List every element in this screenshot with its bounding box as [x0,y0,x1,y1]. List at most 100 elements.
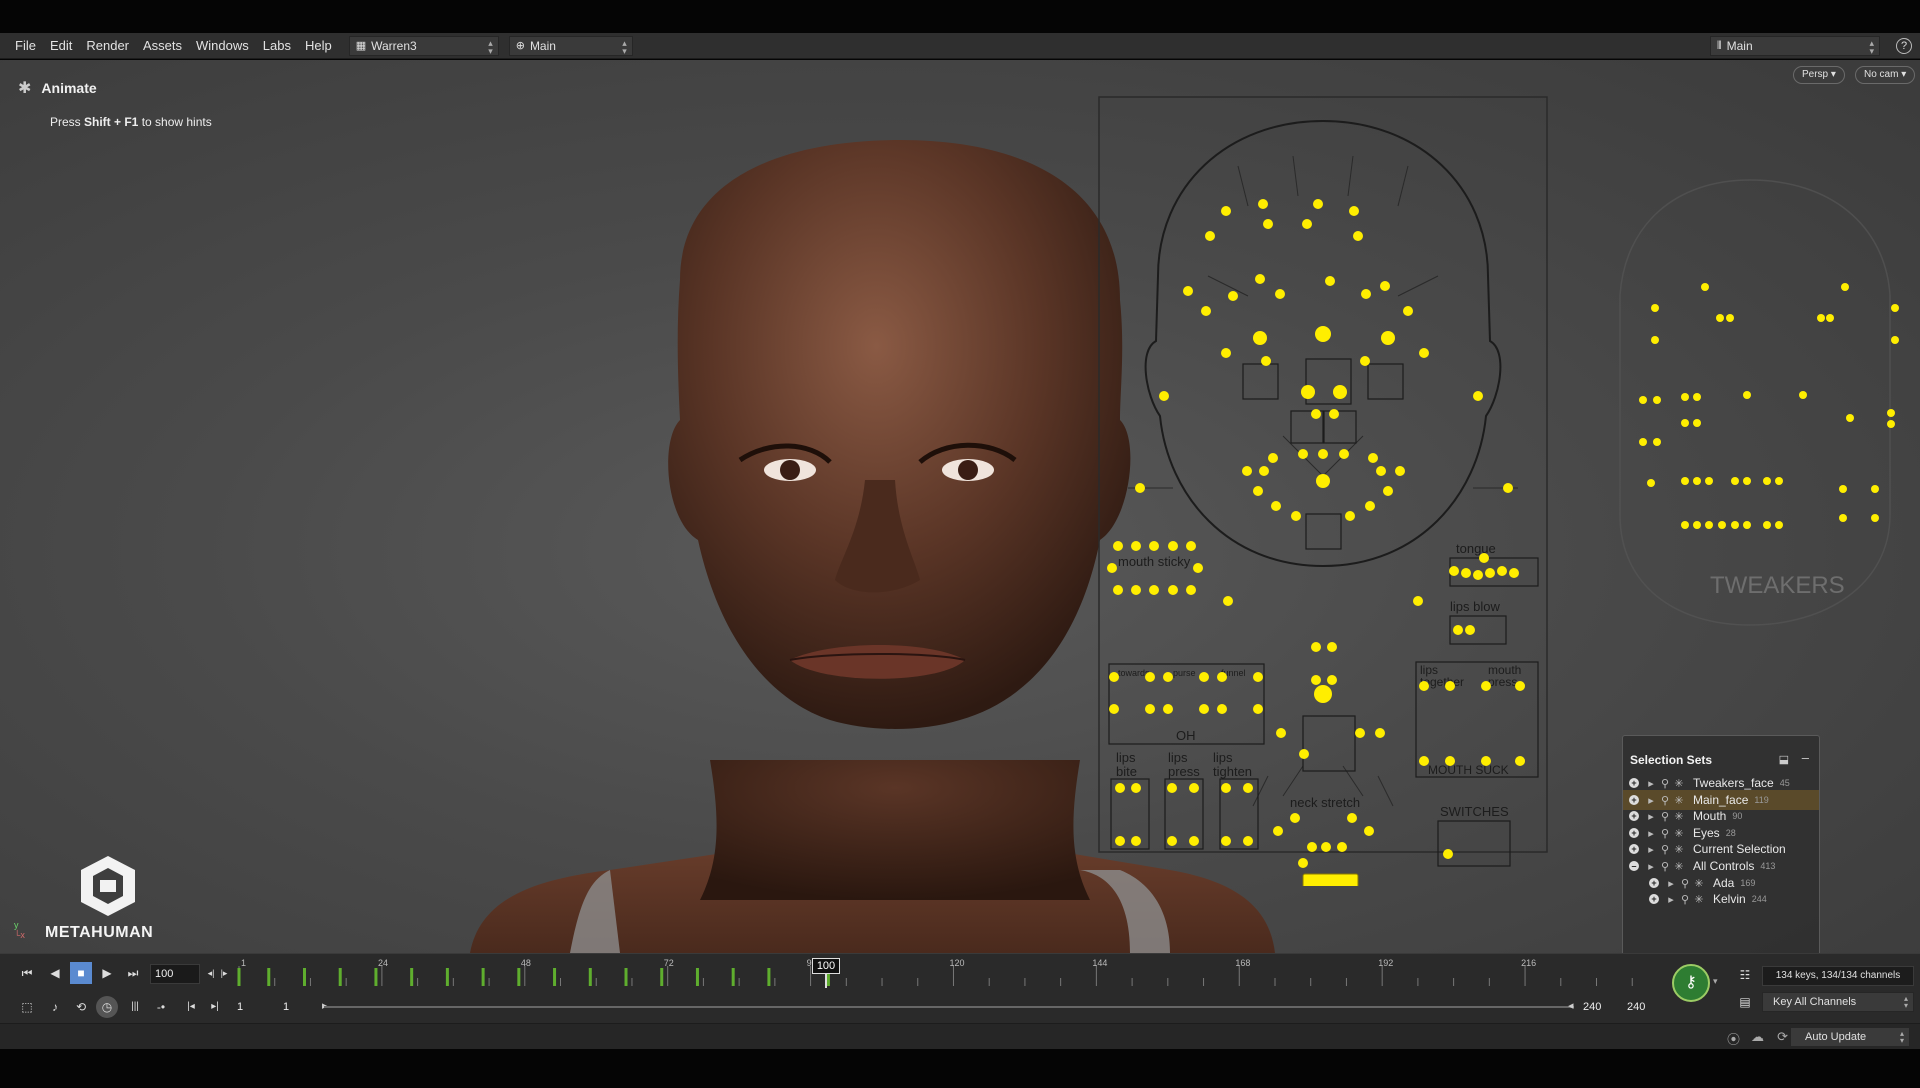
expand-icon[interactable]: + [1629,778,1639,788]
rig-control-dot[interactable] [1261,356,1271,366]
tweaker-control-dot[interactable] [1763,521,1771,529]
rig-control-dot[interactable] [1221,348,1231,358]
rig-control-dot[interactable] [1413,596,1423,606]
rig-control-dot[interactable] [1318,449,1328,459]
select-tool-icon[interactable]: ⬚ [16,996,38,1018]
keyframe-marker[interactable] [267,968,271,986]
rig-control-dot[interactable] [1109,704,1119,714]
rig-control-dot[interactable] [1163,704,1173,714]
rig-control-dot[interactable] [1515,681,1525,691]
tweaker-control-dot[interactable] [1653,438,1661,446]
rig-control-dot[interactable] [1327,675,1337,685]
keyframe-marker[interactable] [624,968,628,986]
rig-control-dot[interactable] [1145,704,1155,714]
expand-icon[interactable]: – [1629,861,1639,871]
rig-control-dot[interactable] [1299,749,1309,759]
tweaker-control-dot[interactable] [1681,419,1689,427]
select-star-icon[interactable]: ✳ [1673,810,1685,823]
tweaker-control-dot[interactable] [1681,393,1689,401]
rig-control-dot[interactable] [1321,842,1331,852]
rig-control-dot[interactable] [1273,826,1283,836]
rig-control-dot[interactable] [1186,585,1196,595]
rig-control-dot[interactable] [1325,276,1335,286]
key-options-chevron-icon[interactable]: ▾ [1713,976,1718,987]
tweaker-control-dot[interactable] [1705,521,1713,529]
rig-control-dot[interactable] [1497,566,1507,576]
rig-control-dot[interactable] [1228,291,1238,301]
rig-control-dot[interactable] [1314,685,1332,703]
visibility-icon[interactable]: ▸ [1645,794,1657,807]
visibility-icon[interactable]: ▸ [1645,777,1657,790]
selection-set-row[interactable]: + ▸ ⚲ ✳ Kelvin 244 [1623,889,1819,909]
rig-control-dot[interactable] [1515,756,1525,766]
rig-control-dot[interactable] [1298,449,1308,459]
menu-file[interactable]: File [8,33,43,59]
tweaker-control-dot[interactable] [1775,477,1783,485]
tweaker-control-dot[interactable] [1871,514,1879,522]
tweaker-control-dot[interactable] [1839,485,1847,493]
jump-start-button[interactable]: ⏮ [16,962,38,984]
rig-control-dot[interactable] [1107,563,1117,573]
tweaker-controls[interactable] [1639,283,1899,529]
rig-control-dot[interactable] [1449,566,1459,576]
tweaker-control-dot[interactable] [1705,477,1713,485]
tweaker-control-dot[interactable] [1718,521,1726,529]
rig-control-dot[interactable] [1473,570,1483,580]
rig-control-dot[interactable] [1168,541,1178,551]
keyframe-marker[interactable] [302,968,306,986]
rig-control-dot[interactable] [1131,783,1141,793]
keyframe-marker[interactable] [481,968,485,986]
rig-control-dot[interactable] [1168,585,1178,595]
rig-control-dot[interactable] [1115,836,1125,846]
visibility-icon[interactable]: ▸ [1665,893,1677,906]
menu-help[interactable]: Help [298,33,339,59]
rig-control-dot[interactable] [1481,756,1491,766]
rig-control-dot[interactable] [1298,858,1308,868]
rig-control-dot[interactable] [1145,672,1155,682]
rig-control-dot[interactable] [1253,486,1263,496]
tweaker-control-dot[interactable] [1726,314,1734,322]
viewport[interactable]: ✱ Animate Press Shift + F1 to show hints… [0,60,1920,953]
rig-control-dot[interactable] [1311,642,1321,652]
auto-update-select[interactable]: Auto Update ▴ ▾ [1790,1027,1910,1047]
tweaker-control-dot[interactable] [1647,479,1655,487]
rig-control-dot[interactable] [1131,836,1141,846]
range-start-field[interactable]: 1 [232,997,276,1017]
expand-icon[interactable]: + [1629,828,1639,838]
tweaker-control-dot[interactable] [1891,336,1899,344]
tweaker-control-dot[interactable] [1817,314,1825,322]
expand-icon[interactable]: + [1649,878,1659,888]
rig-control-dot[interactable] [1255,274,1265,284]
next-key-icon[interactable]: ▸| [204,996,226,1018]
rig-control-dot[interactable] [1307,842,1317,852]
rig-control-dot[interactable] [1461,568,1471,578]
visibility-icon[interactable]: ▸ [1645,827,1657,840]
rig-control-dot[interactable] [1445,681,1455,691]
rig-control-dot[interactable] [1316,474,1330,488]
rig-control-dot[interactable] [1481,681,1491,691]
rig-control-dot[interactable] [1268,453,1278,463]
rig-control-dot[interactable] [1253,704,1263,714]
rig-control-dot[interactable] [1419,348,1429,358]
keyframe-marker[interactable] [553,968,557,986]
rig-control-dot[interactable] [1403,306,1413,316]
tweaker-control-dot[interactable] [1891,304,1899,312]
select-star-icon[interactable]: ✳ [1673,860,1685,873]
help-button[interactable]: ? [1896,38,1912,54]
refresh-icon[interactable]: ⟳ [1777,1029,1788,1045]
rig-control-dot[interactable] [1131,585,1141,595]
rig-control-dot[interactable] [1333,385,1347,399]
timeline-ruler[interactable]: 1244872961201441681922162 [236,958,1662,988]
rig-control-dot[interactable] [1453,625,1463,635]
select-star-icon[interactable]: ✳ [1673,777,1685,790]
rig-control-dot[interactable] [1189,836,1199,846]
realtime-clock-icon[interactable]: ◷ [96,996,118,1018]
rig-control-dot[interactable] [1186,541,1196,551]
keyframe-marker[interactable] [517,968,521,986]
rig-control-dot[interactable] [1242,466,1252,476]
stop-button[interactable]: ■ [70,962,92,984]
face-rig-board[interactable]: mouth sticky tongue lips blow towards pu… [1098,96,1548,886]
rig-control-dot[interactable] [1113,541,1123,551]
rig-control-dot[interactable] [1221,783,1231,793]
keyframe-marker[interactable] [767,968,771,986]
